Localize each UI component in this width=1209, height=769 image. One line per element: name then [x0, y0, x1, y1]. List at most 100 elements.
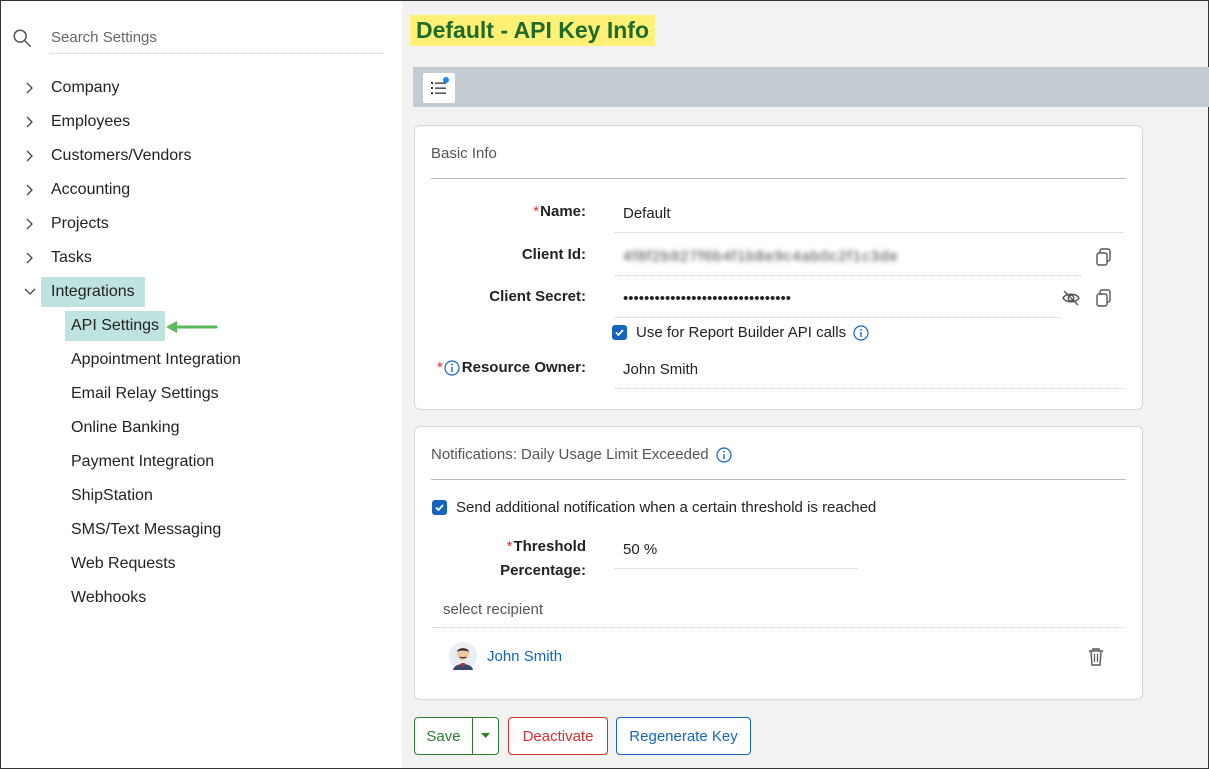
arrow-left-icon [166, 321, 218, 333]
resource-owner-row: * Resource Owner: John Smith [415, 353, 1142, 389]
nav-subitem-appointment-integration[interactable]: Appointment Integration [1, 343, 402, 377]
nav-item-customers-vendors[interactable]: Customers/Vendors [1, 139, 402, 173]
checkmark-icon [435, 504, 444, 512]
list-icon [431, 82, 446, 94]
recipient-name-link[interactable]: John Smith [487, 648, 562, 665]
nav-subitem-label: ShipStation [71, 487, 153, 504]
client-id-field[interactable]: 4f8f2b927f6b4f1b8e9c4ab0c2f1c3de [615, 240, 1081, 276]
nav-subitem-sms-text-messaging[interactable]: SMS/Text Messaging [1, 513, 402, 547]
nav-item-label: Projects [51, 215, 109, 232]
caret-down-icon [481, 733, 490, 738]
client-id-label: Client Id: [521, 246, 586, 263]
chevron-down-icon [24, 288, 36, 295]
notifications-card: Notifications: Daily Usage Limit Exceede… [414, 426, 1143, 700]
nav-subitem-label: Appointment Integration [71, 351, 241, 368]
report-builder-label: Use for Report Builder API calls [636, 324, 847, 341]
resource-owner-field[interactable]: John Smith [615, 353, 1123, 389]
client-secret-field[interactable]: •••••••••••••••••••••••••••••••• [615, 282, 1060, 318]
threshold-label: *Threshold Percentage: [500, 538, 586, 579]
chevron-right-icon [26, 218, 33, 230]
required-marker: * [533, 203, 540, 220]
client-secret-row: Client Secret: •••••••••••••••••••••••••… [415, 282, 1142, 318]
eye-slash-icon[interactable] [1061, 288, 1081, 308]
info-icon[interactable] [853, 324, 869, 341]
nav-item-label: Accounting [51, 181, 131, 198]
info-icon[interactable] [444, 359, 460, 376]
section-title: Notifications: Daily Usage Limit Exceede… [431, 446, 732, 463]
nav-subitem-label: API Settings [65, 311, 166, 341]
nav-item-accounting[interactable]: Accounting [1, 173, 402, 207]
chevron-right-icon [26, 116, 33, 128]
nav-item-company[interactable]: Company [1, 71, 402, 105]
divider [431, 178, 1126, 179]
chevron-right-icon [26, 184, 33, 196]
toolbar [413, 67, 1209, 107]
report-builder-checkbox[interactable] [612, 325, 627, 340]
client-id-value: 4f8f2b927f6b4f1b8e9c4ab0c2f1c3de [623, 248, 899, 265]
page-title: Default - API Key Info [410, 15, 655, 46]
trash-icon[interactable] [1087, 647, 1105, 667]
select-recipient-field[interactable]: select recipient [432, 595, 1124, 628]
nav-subitem-label: Email Relay Settings [71, 385, 219, 402]
divider [431, 479, 1126, 480]
nav-item-tasks[interactable]: Tasks [1, 241, 402, 275]
copy-icon[interactable] [1094, 247, 1114, 267]
recipient-item: John Smith [448, 641, 562, 671]
resource-owner-label: * Resource Owner: [436, 359, 586, 376]
save-button[interactable]: Save [414, 717, 473, 755]
name-label: * Name: [533, 203, 586, 220]
nav-item-label: Tasks [51, 249, 92, 266]
nav-item-projects[interactable]: Projects [1, 207, 402, 241]
nav-subitem-web-requests[interactable]: Web Requests [1, 547, 402, 581]
nav-item-integrations[interactable]: Integrations [1, 275, 402, 309]
nav-item-employees[interactable]: Employees [1, 105, 402, 139]
chevron-right-icon [26, 150, 33, 162]
nav-item-label: Company [51, 79, 120, 96]
copy-icon[interactable] [1094, 288, 1114, 308]
nav-subitem-email-relay-settings[interactable]: Email Relay Settings [1, 377, 402, 411]
save-dropdown-button[interactable] [473, 717, 499, 755]
nav-item-label: Employees [51, 113, 131, 130]
info-icon[interactable] [716, 446, 732, 463]
required-marker: * [436, 359, 443, 376]
search-icon [13, 29, 31, 47]
search-input[interactable] [49, 22, 383, 54]
search-bar [11, 21, 383, 55]
list-view-button[interactable] [423, 73, 455, 103]
threshold-notification-option: Send additional notification when a cert… [432, 499, 876, 516]
threshold-input[interactable]: 50 % [615, 533, 857, 569]
settings-sidebar: Company Employees Customers/Vendors Acco… [1, 1, 402, 768]
nav-subitem-label: Webhooks [71, 589, 147, 606]
avatar [449, 642, 477, 670]
basic-info-card: Basic Info * Name: Default Client Id: 4f8… [414, 125, 1143, 410]
checkmark-icon [615, 329, 624, 337]
nav-subitem-online-banking[interactable]: Online Banking [1, 411, 402, 445]
name-field[interactable]: Default [615, 197, 1123, 233]
nav-subitem-api-settings[interactable]: API Settings [1, 309, 402, 343]
deactivate-button[interactable]: Deactivate [508, 717, 608, 755]
name-row: * Name: Default [415, 197, 1142, 233]
main-content: Default - API Key Info Basic Info * Name:… [402, 1, 1209, 768]
threshold-notification-checkbox[interactable] [432, 500, 447, 515]
nav-item-label: Customers/Vendors [51, 147, 192, 164]
threshold-row: *Threshold Percentage: 50 % [415, 533, 1142, 581]
action-buttons: Save Deactivate Regenerate Key [414, 717, 751, 755]
chevron-right-icon [26, 252, 33, 264]
regenerate-key-button[interactable]: Regenerate Key [616, 717, 751, 755]
report-builder-option: Use for Report Builder API calls [612, 324, 869, 341]
nav-item-label: Integrations [41, 277, 145, 307]
client-secret-label: Client Secret: [489, 288, 586, 305]
nav-subitem-webhooks[interactable]: Webhooks [1, 581, 402, 615]
settings-tree: Company Employees Customers/Vendors Acco… [1, 71, 402, 615]
nav-subitem-label: Payment Integration [71, 453, 215, 470]
threshold-notification-label: Send additional notification when a cert… [456, 499, 877, 516]
chevron-right-icon [26, 82, 33, 94]
client-id-row: Client Id: 4f8f2b927f6b4f1b8e9c4ab0c2f1c… [415, 240, 1142, 276]
nav-subitem-label: Web Requests [71, 555, 176, 572]
nav-subitem-payment-integration[interactable]: Payment Integration [1, 445, 402, 479]
nav-subitem-label: Online Banking [71, 419, 180, 436]
nav-subitem-shipstation[interactable]: ShipStation [1, 479, 402, 513]
required-marker: * [506, 538, 513, 555]
section-title: Basic Info [431, 145, 497, 162]
nav-subitem-label: SMS/Text Messaging [71, 521, 222, 538]
